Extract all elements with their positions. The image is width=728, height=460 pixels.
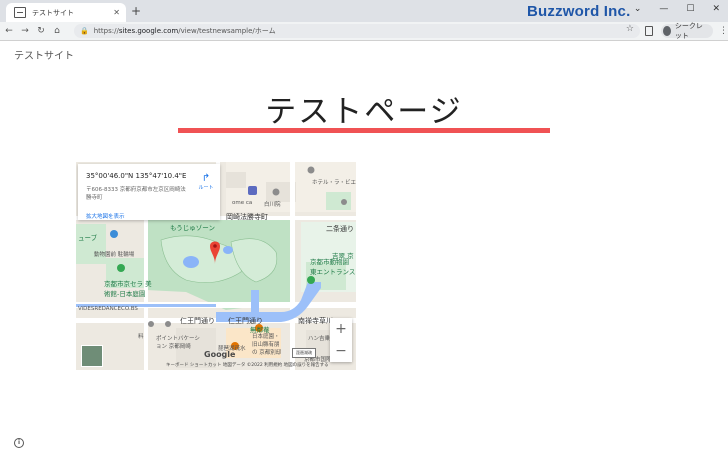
back-icon[interactable]: ← <box>2 26 16 36</box>
map-label-point: ポイントバケーション 京都岡崎 <box>156 336 200 350</box>
minimize-button[interactable]: — <box>659 4 668 14</box>
tab-title: テストサイト <box>32 8 74 17</box>
zoom-in-button[interactable]: + <box>330 318 352 340</box>
url-text[interactable]: https://sites.google.com/view/testnewsam… <box>94 26 276 36</box>
maximize-button[interactable]: ☐ <box>686 4 694 14</box>
zoom-out-button[interactable]: − <box>330 340 352 362</box>
map-label-shirakawa: 白川院 <box>264 202 281 208</box>
window-controls: ⌄ — ☐ ✕ <box>634 4 720 14</box>
new-tab-button[interactable]: + <box>131 4 141 18</box>
map-address: 〒606-8333 京都府京都市左京区岡崎法勝寺町 <box>86 187 186 201</box>
map-label-nanzen: 南禅寺草川 <box>298 317 333 325</box>
browser-toolbar: ← → ↻ ⌂ 🔒 https://sites.google.com/view/… <box>0 22 728 41</box>
star-icon[interactable]: ☆ <box>626 24 634 34</box>
close-tab-icon[interactable]: ✕ <box>113 8 120 17</box>
map-label-nioumon-1: 仁王門通り <box>180 317 215 325</box>
route-button[interactable]: ↱ ルート <box>196 173 216 191</box>
tab-search-icon[interactable]: ⌄ <box>634 4 642 14</box>
toolbar-right: シークレット ⋮ <box>645 22 728 40</box>
address-bar[interactable]: 🔒 https://sites.google.com/view/testnews… <box>74 24 640 38</box>
page-title: テストページ <box>265 94 463 130</box>
home-icon[interactable]: ⌂ <box>50 26 64 36</box>
map-scale: 琵琶湖疏 <box>292 348 316 358</box>
window-icon <box>14 7 26 18</box>
map-label-yoshi: 吉翠 京 <box>332 252 354 260</box>
map-info-card: 35°00'46.0"N 135°47'10.4"E 〒606-8333 京都府… <box>78 164 220 220</box>
map-label-dance: ViDESREDANCECO.BS <box>78 306 138 312</box>
map-label-animal: 動物園前 駐輪場 <box>94 252 135 258</box>
enlarge-map-link[interactable]: 拡大地図を表示 <box>86 212 125 220</box>
incognito-button[interactable]: シークレット <box>661 22 713 40</box>
google-logo: Google <box>204 350 236 359</box>
map-attribution[interactable]: キーボード ショートカット 地図データ ©2022 利用規約 地図の誤りを報告す… <box>166 362 329 368</box>
map-label-motsu: もうじゅゾーン <box>170 224 215 232</box>
map-label-me: ome ca <box>232 200 253 206</box>
map-label-hotel: ホテル・ラ・ビエール <box>312 180 356 186</box>
zoom-controls: + − <box>330 318 352 362</box>
close-window-button[interactable]: ✕ <box>712 4 720 14</box>
incognito-label: シークレット <box>674 22 703 40</box>
site-name[interactable]: テストサイト <box>14 47 74 62</box>
incognito-icon <box>663 26 671 36</box>
map-label-kyocera: 京都市京セラ 美術館-日本庭園 <box>104 280 152 298</box>
map-label-ryo: 料 <box>138 334 144 340</box>
side-panel-icon[interactable] <box>645 26 654 36</box>
lock-icon[interactable]: 🔒 <box>80 27 89 35</box>
info-icon[interactable]: i <box>14 438 24 448</box>
forward-icon[interactable]: → <box>18 26 32 36</box>
map-coordinates: 35°00'46.0"N 135°47'10.4"E <box>86 172 187 180</box>
map-label-murin-sub: 日本庭園・ 旧山縣有朋の 京都別邸 <box>252 334 282 356</box>
browser-tab[interactable]: テストサイト ✕ <box>6 3 126 22</box>
map-type-toggle[interactable] <box>81 345 103 367</box>
title-underline <box>178 128 550 133</box>
map-label-cube: ューブ <box>78 234 98 242</box>
menu-icon[interactable]: ⋮ <box>719 26 728 36</box>
directions-icon: ↱ <box>201 173 211 184</box>
reload-icon[interactable]: ↻ <box>34 26 48 36</box>
browser-titlebar: テストサイト ✕ + Buzzword Inc. ⌄ — ☐ ✕ <box>0 0 728 22</box>
map-label-okazaki: 岡崎法勝寺町 <box>226 213 268 221</box>
route-label: ルート <box>198 185 214 191</box>
google-map[interactable]: 35°00'46.0"N 135°47'10.4"E 〒606-8333 京都府… <box>76 162 356 370</box>
brand-watermark: Buzzword Inc. <box>527 3 631 20</box>
map-label-nijo: 二条通り <box>326 225 354 233</box>
